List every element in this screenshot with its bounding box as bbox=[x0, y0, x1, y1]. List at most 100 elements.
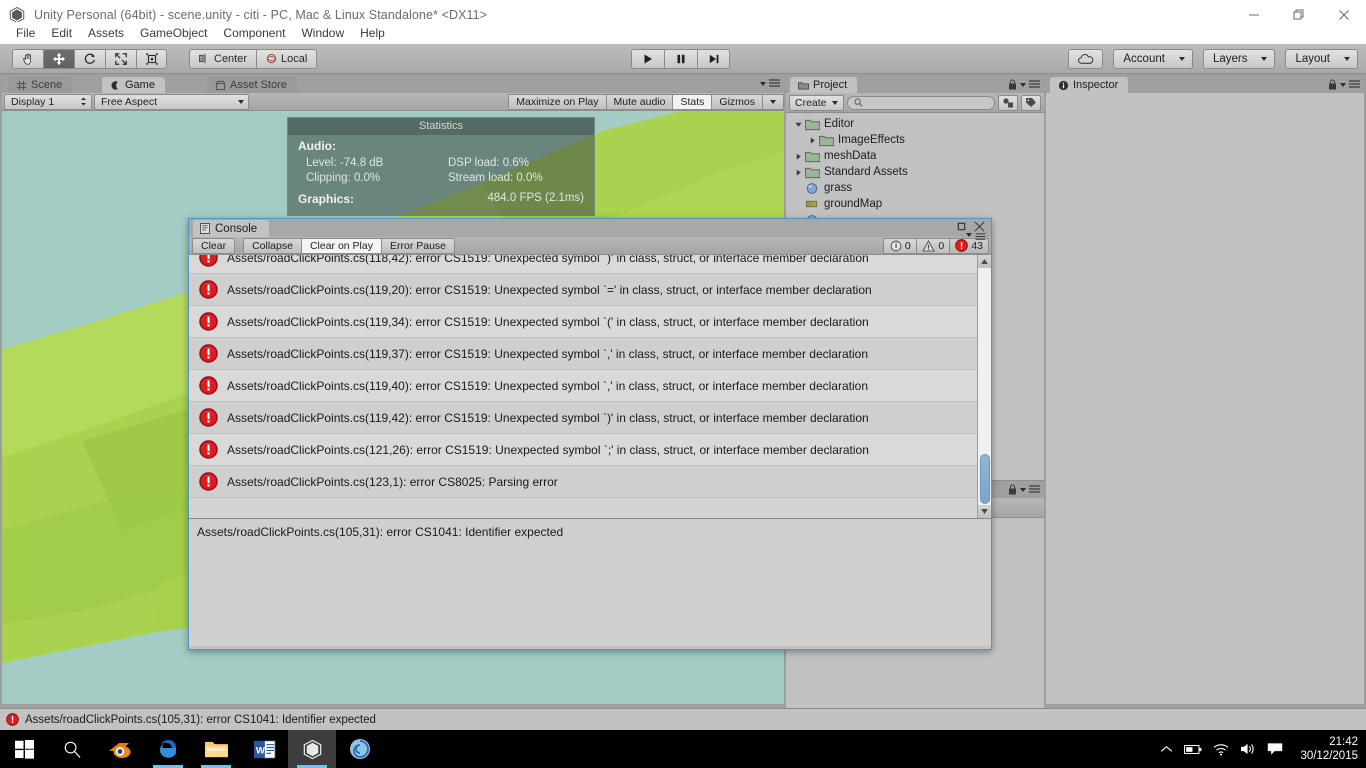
scale-tool-button[interactable] bbox=[105, 48, 136, 69]
pause-button[interactable] bbox=[664, 48, 697, 69]
menu-edit[interactable]: Edit bbox=[43, 23, 80, 43]
tab-asset-store[interactable]: Asset Store bbox=[207, 77, 297, 93]
tree-item-standard-assets[interactable]: Standard Assets bbox=[786, 164, 1044, 180]
hand-tool-button[interactable] bbox=[12, 48, 43, 69]
chevron-right-icon[interactable] bbox=[806, 136, 819, 144]
taskbar-word-button[interactable]: W bbox=[240, 730, 288, 768]
menu-component[interactable]: Component bbox=[215, 23, 293, 43]
info-count-value: 0 bbox=[904, 239, 911, 252]
taskbar-search-button[interactable] bbox=[48, 730, 96, 768]
clear-on-play-button[interactable]: Clear on Play bbox=[300, 237, 381, 254]
tree-item-grass[interactable]: grass bbox=[786, 180, 1044, 196]
gizmos-dropdown[interactable] bbox=[762, 93, 784, 110]
pivot-local-icon bbox=[266, 53, 277, 64]
menu-window[interactable]: Window bbox=[293, 23, 352, 43]
lock-icon[interactable] bbox=[1328, 79, 1337, 90]
wifi-icon[interactable] bbox=[1213, 743, 1229, 756]
filter-by-label-button[interactable] bbox=[1021, 94, 1041, 111]
chevron-down-icon bbox=[1020, 82, 1026, 87]
log-entry[interactable]: Assets/roadClickPoints.cs(119,40): error… bbox=[189, 370, 979, 402]
taskbar-blender-button[interactable] bbox=[96, 730, 144, 768]
menu-file[interactable]: File bbox=[8, 23, 43, 43]
console-panel-menu-button[interactable] bbox=[966, 233, 986, 241]
status-bar[interactable]: Assets/roadClickPoints.cs(105,31): error… bbox=[0, 708, 1366, 730]
log-entry[interactable]: Assets/roadClickPoints.cs(123,1): error … bbox=[189, 466, 979, 498]
aspect-dropdown[interactable]: Free Aspect bbox=[94, 93, 249, 110]
error-pause-button[interactable]: Error Pause bbox=[380, 237, 456, 254]
error-count-value: 43 bbox=[971, 239, 983, 252]
log-entry[interactable]: Assets/roadClickPoints.cs(119,42): error… bbox=[189, 402, 979, 434]
info-count-button[interactable]: 0 bbox=[883, 237, 917, 254]
hamburger-icon[interactable] bbox=[1029, 485, 1040, 494]
tree-item-groundmap[interactable]: groundMap bbox=[786, 196, 1044, 212]
scrollbar-track[interactable] bbox=[978, 268, 991, 505]
taskbar-file-explorer-button[interactable] bbox=[192, 730, 240, 768]
tree-item-editor[interactable]: Editor bbox=[786, 116, 1044, 132]
console-detail-pane[interactable]: Assets/roadClickPoints.cs(105,31): error… bbox=[189, 518, 991, 646]
taskbar-photo-app-button[interactable] bbox=[336, 730, 384, 768]
hamburger-icon[interactable] bbox=[1029, 80, 1040, 89]
filter-by-type-button[interactable] bbox=[998, 94, 1018, 111]
log-entry[interactable]: Assets/roadClickPoints.cs(121,26): error… bbox=[189, 434, 979, 466]
close-icon[interactable] bbox=[974, 221, 985, 232]
tab-project[interactable]: Project bbox=[790, 77, 858, 93]
scrollbar-thumb[interactable] bbox=[980, 454, 990, 504]
tab-inspector[interactable]: Inspector bbox=[1050, 77, 1129, 93]
collapse-button[interactable]: Collapse bbox=[243, 237, 301, 254]
hamburger-icon[interactable] bbox=[1349, 80, 1360, 89]
cloud-services-button[interactable] bbox=[1068, 48, 1104, 69]
create-button[interactable]: Create bbox=[789, 94, 844, 111]
account-dropdown[interactable]: Account bbox=[1113, 48, 1193, 69]
mute-audio-button[interactable]: Mute audio bbox=[605, 93, 673, 110]
maximize-icon[interactable] bbox=[957, 222, 966, 231]
tree-item-meshdata[interactable]: meshData bbox=[786, 148, 1044, 164]
rect-transform-tool-button[interactable] bbox=[136, 48, 167, 69]
game-icon bbox=[111, 80, 118, 90]
console-log-list[interactable]: Assets/roadClickPoints.cs(118,42): error… bbox=[189, 255, 991, 518]
tab-game[interactable]: Game bbox=[102, 77, 165, 93]
gizmos-button[interactable]: Gizmos bbox=[711, 93, 762, 110]
pivot-mode-button[interactable]: Center bbox=[189, 48, 257, 69]
taskbar-unity-button[interactable] bbox=[288, 730, 336, 768]
lock-icon[interactable] bbox=[1008, 79, 1017, 90]
move-tool-button[interactable] bbox=[43, 48, 74, 69]
menu-gameobject[interactable]: GameObject bbox=[132, 23, 215, 43]
console-scrollbar[interactable] bbox=[977, 255, 991, 518]
show-hidden-icons-icon[interactable] bbox=[1160, 745, 1173, 754]
volume-icon[interactable] bbox=[1240, 742, 1256, 756]
game-panel-menu-button[interactable] bbox=[760, 79, 780, 88]
tab-console[interactable]: Console bbox=[193, 220, 270, 237]
taskbar-edge-button[interactable] bbox=[144, 730, 192, 768]
maximize-on-play-button[interactable]: Maximize on Play bbox=[508, 93, 606, 110]
chevron-right-icon[interactable] bbox=[792, 152, 805, 160]
step-button[interactable] bbox=[697, 48, 730, 69]
tab-scene[interactable]: Scene bbox=[8, 77, 73, 93]
clear-button[interactable]: Clear bbox=[192, 237, 236, 254]
tree-item-label: Editor bbox=[824, 118, 855, 130]
battery-icon[interactable] bbox=[1184, 744, 1202, 755]
start-button[interactable] bbox=[0, 730, 48, 768]
chevron-right-icon[interactable] bbox=[792, 168, 805, 176]
play-button[interactable] bbox=[631, 48, 664, 69]
chevron-down-icon[interactable] bbox=[792, 121, 805, 128]
log-entry[interactable]: Assets/roadClickPoints.cs(119,20): error… bbox=[189, 274, 979, 306]
menu-assets[interactable]: Assets bbox=[80, 23, 132, 43]
log-entry[interactable]: Assets/roadClickPoints.cs(119,34): error… bbox=[189, 306, 979, 338]
warning-count-button[interactable]: 0 bbox=[916, 237, 950, 254]
project-search-input[interactable] bbox=[846, 95, 995, 110]
tree-item-imageeffects[interactable]: ImageEffects bbox=[786, 132, 1044, 148]
menu-help[interactable]: Help bbox=[352, 23, 393, 43]
scroll-down-button[interactable] bbox=[978, 505, 991, 518]
taskbar-clock[interactable]: 21:42 30/12/2015 bbox=[1294, 735, 1358, 763]
action-center-icon[interactable] bbox=[1267, 742, 1283, 757]
layout-dropdown[interactable]: Layout bbox=[1285, 48, 1358, 69]
pivot-rotation-button[interactable]: Local bbox=[256, 48, 318, 69]
scroll-up-button[interactable] bbox=[978, 255, 991, 268]
log-entry[interactable]: Assets/roadClickPoints.cs(118,42): error… bbox=[189, 255, 979, 274]
stats-button[interactable]: Stats bbox=[672, 93, 712, 110]
log-entry[interactable]: Assets/roadClickPoints.cs(119,37): error… bbox=[189, 338, 979, 370]
rotate-tool-button[interactable] bbox=[74, 48, 105, 69]
layers-dropdown[interactable]: Layers bbox=[1202, 48, 1276, 69]
display-dropdown[interactable]: Display 1 bbox=[4, 93, 92, 110]
lock-icon[interactable] bbox=[1008, 484, 1017, 495]
